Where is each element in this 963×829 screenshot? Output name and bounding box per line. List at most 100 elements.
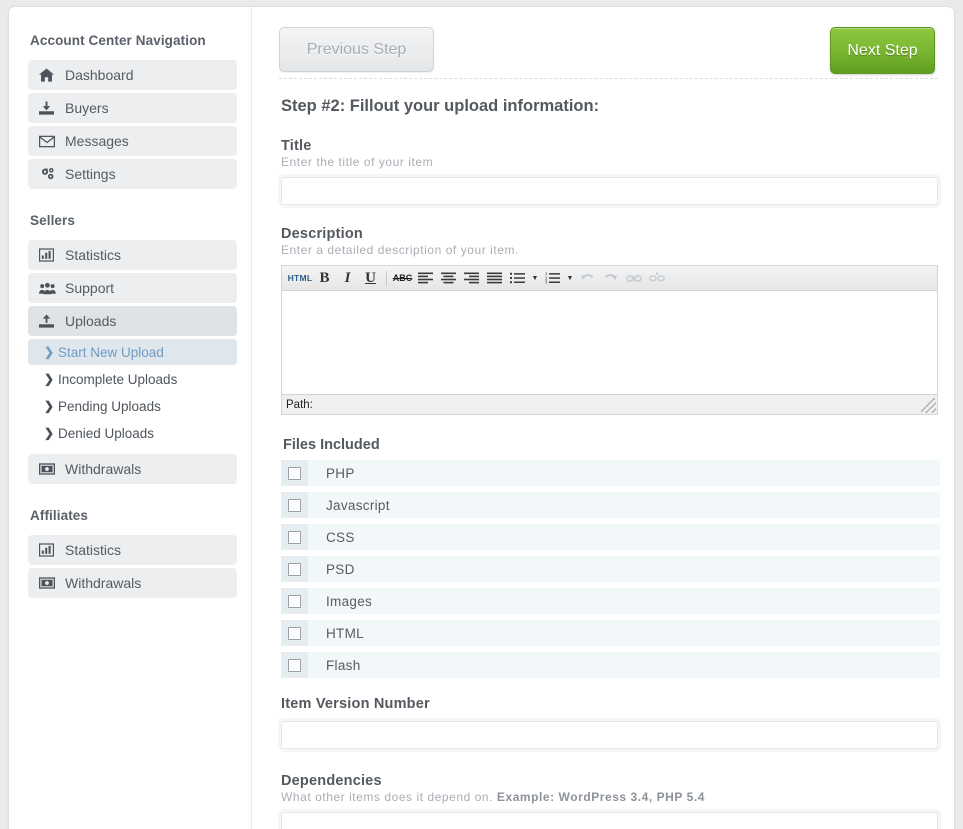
money-icon: [39, 577, 58, 589]
checkbox-psd[interactable]: [288, 562, 301, 576]
download-icon: [39, 101, 58, 115]
checkbox-cell[interactable]: [281, 620, 308, 646]
file-label: PHP: [326, 465, 355, 481]
checkbox-flash[interactable]: [288, 658, 301, 672]
sidebar-item-settings[interactable]: Settings: [28, 159, 237, 189]
italic-icon[interactable]: I: [336, 268, 359, 289]
step-button-bar: Previous Step Next Step: [279, 27, 938, 77]
sidebar-item-label: Buyers: [65, 99, 109, 116]
chevron-right-icon: ❯: [44, 372, 55, 386]
sidebar-item-buyers[interactable]: Buyers: [28, 93, 237, 123]
previous-step-button[interactable]: Previous Step: [279, 27, 434, 72]
main-content: Previous Step Next Step Step #2: Fillout…: [253, 7, 954, 829]
checkbox-cell[interactable]: [281, 524, 308, 550]
sidebar-item-sellers-withdrawals[interactable]: Withdrawals: [28, 454, 237, 484]
sidebar-item-label: Settings: [65, 165, 116, 182]
sidebar-item-messages[interactable]: Messages: [28, 126, 237, 156]
uploads-subnav: ❯ Start New Upload ❯ Incomplete Uploads …: [28, 339, 237, 446]
unlink-icon[interactable]: [645, 268, 668, 289]
align-left-icon[interactable]: [414, 268, 437, 289]
editor-resize-handle[interactable]: [921, 398, 936, 413]
bold-icon[interactable]: B: [313, 268, 336, 289]
version-input[interactable]: [281, 721, 938, 749]
home-icon: [39, 68, 58, 82]
sidebar-item-label: Withdrawals: [65, 574, 142, 591]
numbered-list-icon[interactable]: 123: [541, 268, 564, 289]
checkbox-css[interactable]: [288, 530, 301, 544]
bar-chart-icon: [39, 543, 58, 557]
checkbox-cell[interactable]: [281, 652, 308, 678]
redo-icon[interactable]: [599, 268, 622, 289]
bullet-list-icon[interactable]: [506, 268, 529, 289]
file-label: Flash: [326, 657, 361, 673]
dependencies-input[interactable]: [281, 812, 938, 829]
source-code-icon[interactable]: HTML: [287, 268, 313, 289]
rich-text-editor: HTML B I U ABC ▼ 1 2 3 ▼ Path:: [281, 265, 938, 415]
file-row[interactable]: PSD: [281, 556, 940, 582]
sidebar-item-label: Statistics: [65, 246, 122, 263]
file-row[interactable]: HTML: [281, 620, 940, 646]
sidebar-section-title-sellers: Sellers: [30, 213, 75, 228]
file-label: Javascript: [326, 497, 390, 513]
sidebar-item-uploads[interactable]: Uploads: [28, 306, 237, 336]
checkbox-cell[interactable]: [281, 492, 308, 518]
title-field-group: Title Enter the title of your item: [279, 138, 938, 205]
sidebar-subitem-label: Pending Uploads: [58, 398, 161, 414]
chevron-right-icon: ❯: [44, 426, 55, 440]
sidebar-subitem-incomplete-uploads[interactable]: ❯ Incomplete Uploads: [28, 366, 237, 392]
next-step-button[interactable]: Next Step: [830, 27, 935, 74]
sidebar-subitem-label: Denied Uploads: [58, 425, 155, 441]
checkbox-php[interactable]: [288, 466, 301, 480]
link-icon[interactable]: [622, 268, 645, 289]
file-row[interactable]: Javascript: [281, 492, 940, 518]
sidebar-subitem-denied-uploads[interactable]: ❯ Denied Uploads: [28, 420, 237, 446]
file-row[interactable]: Images: [281, 588, 940, 614]
description-label: Description: [281, 226, 363, 242]
sidebar-subitem-pending-uploads[interactable]: ❯ Pending Uploads: [28, 393, 237, 419]
file-row[interactable]: Flash: [281, 652, 940, 678]
bullet-list-options-arrow[interactable]: ▼: [529, 268, 541, 289]
sidebar-item-label: Statistics: [65, 541, 122, 558]
sidebar-item-label: Support: [65, 279, 115, 296]
svg-text:3: 3: [545, 280, 548, 284]
sidebar-item-affiliates-withdrawals[interactable]: Withdrawals: [28, 568, 237, 598]
file-label: Images: [326, 593, 373, 609]
file-label: HTML: [326, 625, 364, 641]
checkbox-html[interactable]: [288, 626, 301, 640]
sidebar-subitem-label: Incomplete Uploads: [58, 371, 178, 387]
gears-icon: [39, 167, 58, 181]
money-icon: [39, 463, 58, 475]
chevron-right-icon: ❯: [44, 399, 55, 413]
title-hint: Enter the title of your item: [281, 155, 434, 169]
checkbox-images[interactable]: [288, 594, 301, 608]
chevron-right-icon: ❯: [44, 345, 55, 359]
checkbox-cell[interactable]: [281, 556, 308, 582]
strikethrough-icon[interactable]: ABC: [391, 268, 414, 289]
sidebar-subitem-start-new-upload[interactable]: ❯ Start New Upload: [28, 339, 237, 365]
sidebar-item-dashboard[interactable]: Dashboard: [28, 60, 237, 90]
file-row[interactable]: CSS: [281, 524, 940, 550]
sidebar-section-title-account: Account Center Navigation: [30, 33, 206, 48]
sidebar-item-sellers-statistics[interactable]: Statistics: [28, 240, 237, 270]
dependencies-hint-prefix: What other items does it depend on.: [281, 790, 497, 804]
editor-content-area[interactable]: [282, 291, 937, 395]
file-row[interactable]: PHP: [281, 460, 940, 486]
align-justify-icon[interactable]: [483, 268, 506, 289]
checkbox-javascript[interactable]: [288, 498, 301, 512]
file-label: CSS: [326, 529, 355, 545]
editor-path-label: Path:: [286, 398, 313, 411]
align-center-icon[interactable]: [437, 268, 460, 289]
checkbox-cell[interactable]: [281, 588, 308, 614]
editor-toolbar: HTML B I U ABC ▼ 1 2 3 ▼: [282, 266, 937, 291]
dependencies-field-group: Dependencies What other items does it de…: [279, 773, 938, 829]
sidebar: Account Center Navigation Dashboard Buye…: [9, 7, 252, 829]
title-input[interactable]: [281, 177, 938, 205]
sidebar-item-support[interactable]: Support: [28, 273, 237, 303]
sidebar-item-affiliates-statistics[interactable]: Statistics: [28, 535, 237, 565]
users-icon: [39, 282, 58, 295]
undo-icon[interactable]: [576, 268, 599, 289]
underline-icon[interactable]: U: [359, 268, 382, 289]
align-right-icon[interactable]: [460, 268, 483, 289]
checkbox-cell[interactable]: [281, 460, 308, 486]
numbered-list-options-arrow[interactable]: ▼: [564, 268, 576, 289]
